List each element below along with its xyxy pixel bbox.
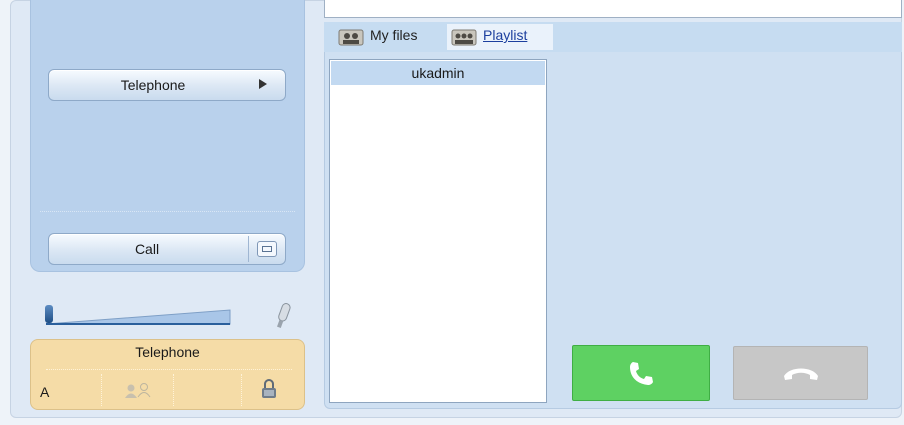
user-list[interactable] xyxy=(329,59,547,403)
list-item[interactable]: ukadmin xyxy=(331,61,545,85)
hang-up-phone-icon xyxy=(783,368,818,380)
call-button[interactable]: Call xyxy=(48,233,286,265)
divider xyxy=(248,236,249,262)
left-panel xyxy=(30,0,305,272)
separator xyxy=(40,211,295,212)
arrow-right-icon xyxy=(259,79,267,89)
user-group-icon xyxy=(451,28,477,46)
tab-playlist-label: Playlist xyxy=(483,27,528,43)
users-icon xyxy=(118,381,158,401)
microphone-icon[interactable] xyxy=(272,301,294,331)
search-input[interactable] xyxy=(324,0,902,18)
telephone-button[interactable]: Telephone xyxy=(48,69,286,101)
phone-icon xyxy=(630,362,653,385)
answer-call-button[interactable] xyxy=(572,345,710,401)
tab-my-files[interactable]: My files xyxy=(334,24,440,50)
tab-my-files-label: My files xyxy=(370,27,418,43)
divider xyxy=(241,374,242,406)
telephone-button-label: Telephone xyxy=(120,77,186,93)
call-button-label: Call xyxy=(134,241,160,257)
line-letter: A xyxy=(40,384,50,400)
tab-playlist[interactable]: Playlist xyxy=(447,24,553,50)
volume-slider[interactable] xyxy=(44,307,232,327)
hang-up-button[interactable] xyxy=(733,346,868,400)
message-icon[interactable] xyxy=(257,241,277,257)
divider xyxy=(101,374,102,406)
volume-track-icon xyxy=(45,309,231,325)
user-group-icon xyxy=(338,28,364,46)
volume-handle[interactable] xyxy=(45,305,53,323)
divider xyxy=(173,374,174,406)
separator xyxy=(46,369,292,370)
status-card-title: Telephone xyxy=(135,344,200,360)
lock-icon[interactable] xyxy=(260,378,278,400)
